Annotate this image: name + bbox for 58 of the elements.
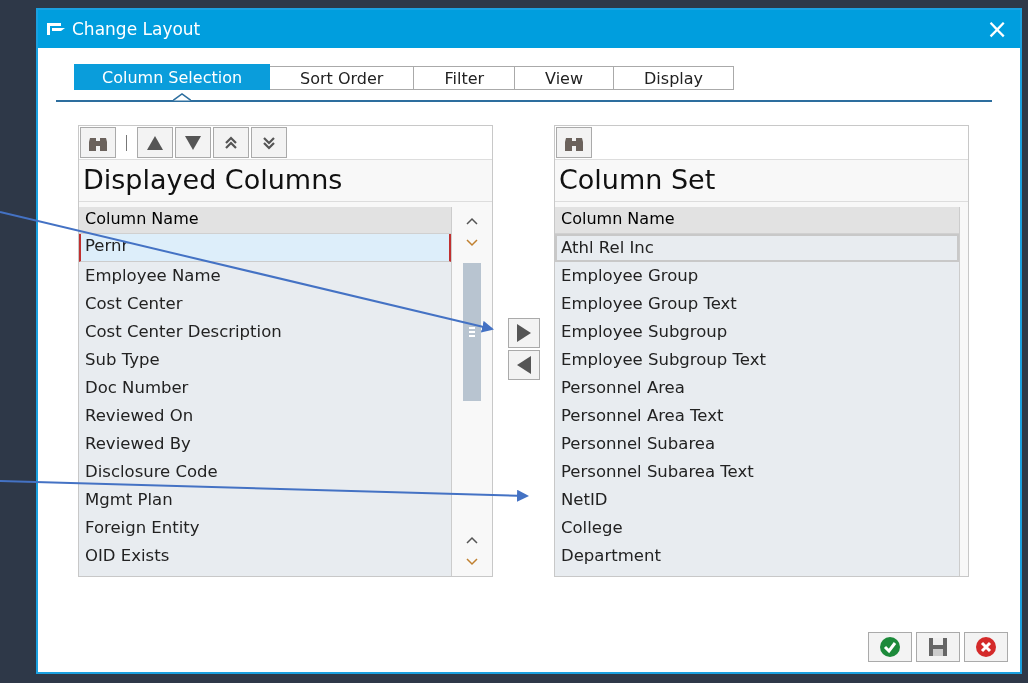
list-item[interactable]: Personnel Subarea — [555, 430, 959, 458]
double-chevron-down-icon — [261, 134, 277, 151]
chevron-down-icon[interactable] — [466, 558, 478, 566]
add-column-button[interactable] — [507, 318, 540, 348]
chevron-up-icon[interactable] — [466, 536, 478, 544]
list-item[interactable]: Personnel Area Text — [555, 402, 959, 430]
confirm-button[interactable] — [868, 632, 912, 662]
scroll-thumb[interactable] — [463, 263, 481, 401]
double-chevron-up-icon — [223, 134, 239, 151]
list-item[interactable]: Employee Subgroup Text — [555, 346, 959, 374]
column-header: Column Name — [555, 207, 959, 234]
list-item[interactable]: Cost Center Description — [79, 318, 451, 346]
move-bottom-button[interactable] — [251, 127, 287, 158]
list-item[interactable]: Sub Type — [79, 346, 451, 374]
list-item[interactable]: Cost Center — [79, 290, 451, 318]
save-button[interactable] — [916, 632, 960, 662]
triangle-up-icon — [146, 134, 164, 151]
list-item[interactable]: Reviewed On — [79, 402, 451, 430]
triangle-down-icon — [184, 134, 202, 151]
tab[interactable]: Sort Order — [270, 66, 415, 90]
list-item[interactable]: Employee Name — [79, 262, 451, 290]
remove-column-button[interactable] — [507, 350, 540, 380]
list-item[interactable]: Foreign Entity — [79, 514, 451, 542]
panel-title: Displayed Columns — [79, 160, 492, 202]
list-item[interactable]: Reviewed By — [79, 430, 451, 458]
chevron-up-icon[interactable] — [466, 217, 478, 225]
layout-icon — [46, 22, 66, 36]
cancel-button[interactable] — [964, 632, 1008, 662]
list-item[interactable]: Employee Group Text — [555, 290, 959, 318]
list-item[interactable]: Disclosure Code — [79, 458, 451, 486]
chevron-down-icon[interactable] — [466, 239, 478, 247]
list-item[interactable]: Personnel Subarea Text — [555, 458, 959, 486]
list-item[interactable]: Athl Rel Inc — [555, 234, 959, 262]
list-item[interactable]: Pernr — [79, 234, 451, 262]
find-button[interactable] — [556, 127, 592, 158]
triangle-left-icon — [515, 355, 532, 375]
list-item[interactable]: College — [555, 514, 959, 542]
close-icon — [975, 636, 997, 658]
move-up-button[interactable] — [137, 127, 173, 158]
tab[interactable]: Display — [614, 66, 735, 90]
list-item[interactable]: NetID — [555, 486, 959, 514]
tab[interactable]: Filter — [414, 66, 516, 90]
move-down-button[interactable] — [175, 127, 211, 158]
list-item[interactable]: Personnel Area — [555, 374, 959, 402]
list-item[interactable]: Department — [555, 542, 959, 570]
list-item[interactable]: Mgmt Plan — [79, 486, 451, 514]
list-item[interactable]: Employee Group — [555, 262, 959, 290]
move-top-button[interactable] — [213, 127, 249, 158]
panel-title: Column Set — [555, 160, 968, 202]
window-title: Change Layout — [72, 19, 202, 39]
list-item[interactable]: OID Exists — [79, 542, 451, 570]
triangle-right-icon — [515, 323, 532, 343]
list-item[interactable]: Employee Subgroup — [555, 318, 959, 346]
tab[interactable]: View — [515, 66, 615, 90]
list-item[interactable]: Doc Number — [79, 374, 451, 402]
find-button[interactable] — [80, 127, 116, 158]
checkmark-icon — [879, 636, 901, 658]
column-header: Column Name — [79, 207, 451, 234]
